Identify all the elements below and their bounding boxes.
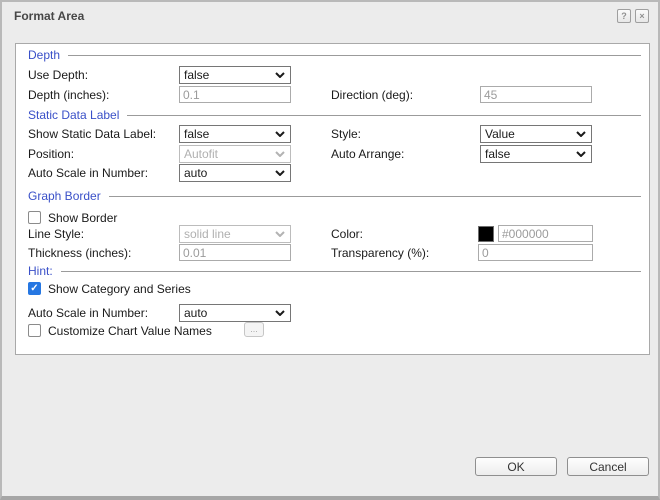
line-style-select: solid line <box>179 225 291 243</box>
auto-scale-select-hint[interactable]: auto <box>179 304 291 322</box>
show-static-data-label-select[interactable]: false <box>179 125 291 143</box>
style-select[interactable]: Value <box>480 125 592 143</box>
format-area-dialog: Format Area ? × Depth Use Depth: false D… <box>0 0 660 500</box>
auto-scale-hint-value: auto <box>184 306 207 320</box>
row-auto-scale-sdl: Auto Scale in Number: auto <box>28 164 641 182</box>
use-depth-label: Use Depth: <box>28 66 88 84</box>
section-header-static-data-label: Static Data Label <box>28 108 641 122</box>
chevron-down-icon <box>275 310 285 316</box>
position-value: Autofit <box>184 147 218 161</box>
chevron-down-icon <box>275 170 285 176</box>
chevron-down-icon <box>275 72 285 78</box>
section-title: Depth <box>28 48 60 62</box>
thickness-label: Thickness (inches): <box>28 244 131 262</box>
row-customize-chart-value-names: Customize Chart Value Names ... <box>28 324 641 338</box>
depth-inches-input <box>179 86 291 103</box>
section-title: Static Data Label <box>28 108 119 122</box>
auto-arrange-value: false <box>485 147 510 161</box>
style-label: Style: <box>331 125 361 143</box>
row-depth-direction: Depth (inches): Direction (deg): <box>28 86 641 104</box>
customize-chart-value-names-label: Customize Chart Value Names <box>48 324 212 338</box>
direction-input <box>480 86 592 103</box>
auto-arrange-label: Auto Arrange: <box>331 145 404 163</box>
row-linestyle-color: Line Style: solid line Color: <box>28 225 641 243</box>
line-style-label: Line Style: <box>28 225 84 243</box>
row-show-category-series: ✓ Show Category and Series <box>28 282 641 296</box>
title-bar: Format Area ? × <box>2 2 658 30</box>
show-border-label: Show Border <box>48 211 117 225</box>
depth-inches-label: Depth (inches): <box>28 86 109 104</box>
show-border-checkbox[interactable] <box>28 211 41 224</box>
auto-scale-value: auto <box>184 166 207 180</box>
row-auto-scale-hint: Auto Scale in Number: auto <box>28 304 641 322</box>
section-header-depth: Depth <box>28 48 641 62</box>
section-header-hint: Hint: <box>28 264 641 278</box>
section-rule <box>127 115 641 116</box>
use-depth-value: false <box>184 68 209 82</box>
ok-button[interactable]: OK <box>475 457 557 476</box>
close-icon[interactable]: × <box>635 9 649 23</box>
direction-label: Direction (deg): <box>331 86 413 104</box>
auto-scale-select-sdl[interactable]: auto <box>179 164 291 182</box>
row-use-depth: Use Depth: false <box>28 66 641 84</box>
auto-scale-label: Auto Scale in Number: <box>28 164 148 182</box>
position-select: Autofit <box>179 145 291 163</box>
checkmark-icon: ✓ <box>30 282 38 295</box>
section-rule <box>68 55 641 56</box>
row-show-static-data-label: Show Static Data Label: false Style: Val… <box>28 125 641 143</box>
color-input <box>498 225 593 242</box>
chevron-down-icon <box>275 131 285 137</box>
show-category-series-label: Show Category and Series <box>48 282 191 296</box>
position-label: Position: <box>28 145 74 163</box>
section-rule <box>61 271 641 272</box>
chevron-down-icon <box>576 131 586 137</box>
chevron-down-icon <box>275 231 285 237</box>
cancel-button[interactable]: Cancel <box>567 457 649 476</box>
style-value: Value <box>485 127 515 141</box>
show-static-data-label-value: false <box>184 127 209 141</box>
content-panel: Depth Use Depth: false Depth (inches): D… <box>15 43 650 355</box>
use-depth-select[interactable]: false <box>179 66 291 84</box>
section-rule <box>109 196 641 197</box>
line-style-value: solid line <box>184 227 231 241</box>
row-show-border: Show Border <box>28 211 641 225</box>
transparency-label: Transparency (%): <box>331 244 429 262</box>
section-header-graph-border: Graph Border <box>28 189 641 203</box>
auto-arrange-select[interactable]: false <box>480 145 592 163</box>
dialog-title: Format Area <box>14 9 84 23</box>
color-swatch <box>478 226 494 242</box>
section-title: Hint: <box>28 264 53 278</box>
section-title: Graph Border <box>28 189 101 203</box>
chevron-down-icon <box>576 151 586 157</box>
row-thickness-transparency: Thickness (inches): Transparency (%): <box>28 244 641 262</box>
row-position-autoarrange: Position: Autofit Auto Arrange: false <box>28 145 641 163</box>
help-icon[interactable]: ? <box>617 9 631 23</box>
auto-scale-hint-label: Auto Scale in Number: <box>28 304 148 322</box>
thickness-input <box>179 244 291 261</box>
transparency-input <box>478 244 593 261</box>
customize-chart-value-names-checkbox[interactable] <box>28 324 41 337</box>
chevron-down-icon <box>275 151 285 157</box>
show-category-series-checkbox[interactable]: ✓ <box>28 282 41 295</box>
browse-button: ... <box>244 322 264 337</box>
color-label: Color: <box>331 225 363 243</box>
show-static-data-label-label: Show Static Data Label: <box>28 125 156 143</box>
